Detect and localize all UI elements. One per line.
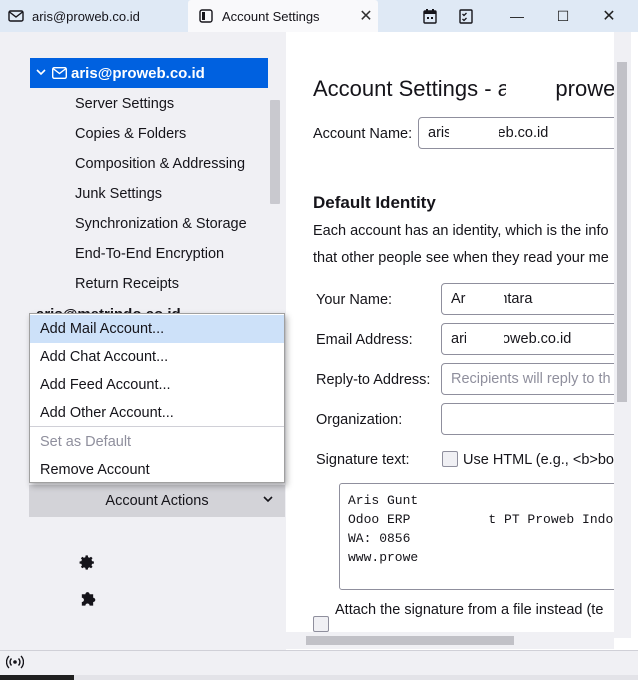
tree-item-junk[interactable]: Junk Settings (75, 186, 162, 202)
status-bar (0, 650, 638, 680)
attach-signature-label: Attach the signature from a file instead… (335, 602, 604, 618)
gear-icon[interactable] (78, 553, 96, 571)
scrollbar-thumb[interactable] (617, 62, 627, 402)
use-html-label: Use HTML (e.g., <b>bo (463, 452, 614, 468)
use-html-checkbox[interactable] (442, 451, 458, 467)
tree-item-server-settings[interactable]: Server Settings (75, 96, 174, 112)
scrollbar-thumb[interactable] (306, 636, 514, 645)
close-window-button[interactable]: ✕ (586, 0, 632, 32)
minimize-button[interactable]: — (494, 0, 540, 32)
chevron-down-icon[interactable] (36, 67, 50, 79)
window-edge (631, 32, 638, 672)
menu-add-other-account[interactable]: Add Other Account... (30, 399, 284, 427)
online-status-icon[interactable] (5, 655, 25, 671)
email-address-label: Email Address: (316, 332, 413, 348)
tasks-icon[interactable] (444, 0, 488, 32)
maximize-button[interactable]: ☐ (540, 0, 586, 32)
addons-puzzle-icon[interactable] (78, 589, 96, 607)
menu-add-feed-account[interactable]: Add Feed Account... (30, 371, 284, 399)
tree-item-return-receipts[interactable]: Return Receipts (75, 276, 179, 292)
tab-mail[interactable]: aris@proweb.co.id (0, 0, 186, 32)
taskbar-strip (0, 675, 638, 680)
account-name-label: Account Name: (313, 126, 413, 142)
account-actions-button[interactable]: Account Actions (29, 485, 285, 517)
reply-to-label: Reply-to Address: (316, 372, 431, 388)
redaction-block (449, 120, 499, 148)
tab-label: Account Settings (222, 8, 320, 24)
taskbar-strip-dark (0, 675, 74, 680)
chevron-down-icon (263, 492, 273, 506)
signature-textarea[interactable]: Aris Gunt Odoo ERP t PT Proweb Indo WA: … (339, 483, 629, 590)
page-title: Account Settings - aris@proweb.co (313, 76, 638, 101)
redaction-block (466, 326, 504, 354)
tree-item-sync[interactable]: Synchronization & Storage (75, 216, 247, 232)
account-row-selected[interactable]: aris@proweb.co.id (30, 58, 268, 88)
scrollbar-thumb[interactable] (270, 100, 280, 204)
tree-item-e2ee[interactable]: End-To-End Encryption (75, 246, 224, 262)
menu-set-default: Set as Default (40, 434, 132, 450)
default-identity-heading: Default Identity (313, 193, 436, 212)
account-actions-menu: Add Mail Account... Add Chat Account... … (29, 313, 285, 483)
mail-icon (52, 67, 67, 79)
redaction-block (506, 72, 556, 106)
sidebar-scrollbar[interactable] (268, 64, 284, 354)
account-settings-pane: Account Settings - aris@proweb.co Accoun… (286, 32, 638, 672)
main-vertical-scrollbar[interactable] (614, 32, 631, 638)
organization-input[interactable] (441, 403, 638, 435)
identity-description-line2: that other people see when they read you… (313, 250, 609, 266)
settings-page-icon (198, 8, 214, 24)
account-name: aris@proweb.co.id (71, 64, 205, 82)
tree-item-copies-folders[interactable]: Copies & Folders (75, 126, 186, 142)
attach-signature-checkbox[interactable] (313, 616, 329, 632)
menu-add-chat-account[interactable]: Add Chat Account... (30, 343, 284, 371)
signature-text-label: Signature text: (316, 452, 410, 468)
close-tab-icon[interactable]: ✕ (354, 6, 378, 26)
menu-separator (30, 426, 284, 427)
your-name-label: Your Name: (316, 292, 393, 308)
identity-description-line1: Each account has an identity, which is t… (313, 223, 609, 239)
title-bar: aris@proweb.co.id Account Settings ✕ — ☐… (0, 0, 638, 32)
menu-remove-account[interactable]: Remove Account (30, 456, 284, 484)
tab-label: aris@proweb.co.id (32, 8, 140, 24)
redaction-block (466, 286, 504, 314)
main-horizontal-scrollbar[interactable] (286, 632, 614, 649)
tree-item-composition[interactable]: Composition & Addressing (75, 156, 245, 172)
reply-to-input[interactable]: Recipients will reply to th (441, 363, 638, 395)
mail-icon (8, 8, 24, 24)
tab-account-settings[interactable]: Account Settings ✕ (188, 0, 378, 32)
account-actions-label: Account Actions (105, 493, 209, 509)
menu-add-mail-account[interactable]: Add Mail Account... (30, 315, 284, 343)
organization-label: Organization: (316, 412, 403, 428)
